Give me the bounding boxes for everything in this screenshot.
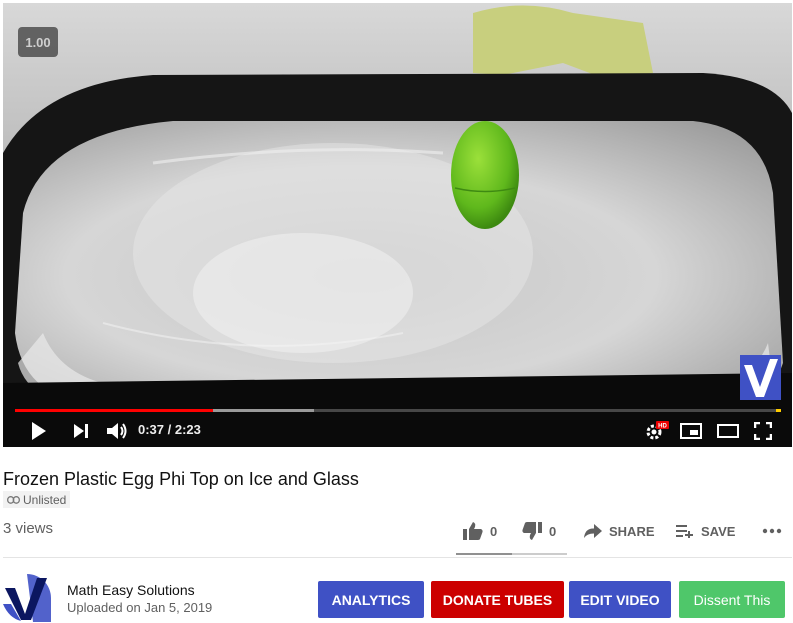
- divider: [3, 557, 792, 558]
- upload-date: Uploaded on Jan 5, 2019: [67, 600, 213, 615]
- dissent-this-button[interactable]: Dissent This: [679, 581, 785, 618]
- donate-tubes-button[interactable]: DONATE TUBES: [431, 581, 564, 618]
- settings-button[interactable]: HD: [643, 419, 671, 443]
- volume-button[interactable]: [105, 419, 131, 443]
- end-marker: [776, 409, 781, 412]
- unlisted-label: Unlisted: [23, 492, 67, 507]
- next-icon: [74, 424, 88, 438]
- sentiment-bar: [456, 553, 567, 555]
- fullscreen-button[interactable]: [751, 419, 775, 443]
- analytics-button[interactable]: ANALYTICS: [318, 581, 424, 618]
- share-button[interactable]: SHARE: [584, 519, 655, 543]
- playback-speed-overlay: 1.00: [18, 27, 58, 57]
- miniplayer-button[interactable]: [679, 419, 703, 443]
- video-frame: [3, 3, 792, 447]
- save-icon: [676, 525, 693, 538]
- settings-icon: HD: [646, 421, 669, 440]
- save-button[interactable]: SAVE: [676, 519, 735, 543]
- theater-mode-button[interactable]: [715, 419, 741, 443]
- next-button[interactable]: [70, 419, 92, 443]
- progress-fill: [15, 409, 214, 412]
- channel-name[interactable]: Math Easy Solutions: [67, 582, 195, 598]
- video-player[interactable]: 1.00 0:37 / 2:23 HD: [3, 3, 792, 447]
- like-button[interactable]: 0: [463, 519, 497, 543]
- share-label: SHARE: [609, 523, 655, 539]
- fullscreen-icon: [754, 422, 772, 440]
- thumbs-down-icon: [522, 522, 542, 540]
- more-icon: [762, 528, 782, 534]
- miniplayer-icon: [680, 423, 702, 439]
- video-title: Frozen Plastic Egg Phi Top on Ice and Gl…: [3, 469, 359, 489]
- view-count: 3 views: [3, 520, 54, 537]
- unlisted-badge: Unlisted: [3, 491, 71, 508]
- more-actions-button[interactable]: [762, 519, 782, 543]
- share-icon: [584, 524, 602, 538]
- save-label: SAVE: [701, 523, 736, 539]
- progress-bar[interactable]: [15, 409, 781, 412]
- channel-watermark-logo[interactable]: [740, 355, 781, 400]
- thumbs-up-icon: [463, 522, 483, 540]
- time-display: 0:37 / 2:23: [138, 422, 201, 437]
- hd-badge: HD: [658, 424, 667, 430]
- like-count: 0: [490, 523, 498, 539]
- play-icon: [32, 422, 46, 440]
- link-icon: [7, 495, 20, 504]
- channel-avatar[interactable]: [3, 574, 51, 622]
- volume-icon: [107, 423, 127, 439]
- play-button[interactable]: [28, 419, 50, 443]
- theater-icon: [717, 424, 739, 438]
- dislike-button[interactable]: 0: [522, 519, 556, 543]
- sentiment-like-fill: [456, 553, 512, 555]
- dislike-count: 0: [549, 523, 557, 539]
- edit-video-button[interactable]: EDIT VIDEO: [569, 581, 671, 618]
